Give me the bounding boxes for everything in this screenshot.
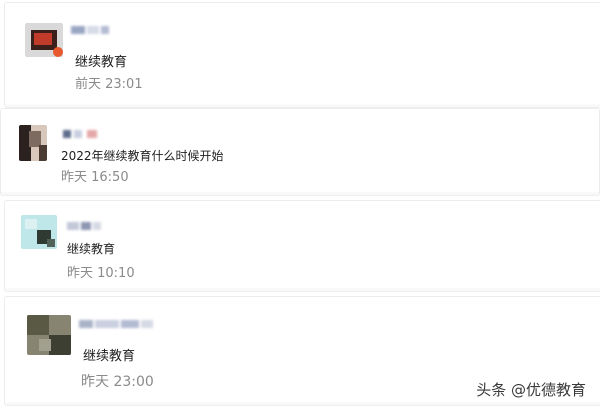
avatar-detail <box>39 339 51 351</box>
avatar-detail <box>39 145 47 161</box>
avatar-detail <box>49 335 71 355</box>
comment-card[interactable]: 2022年继续教育什么时候开始 昨天 16:50 <box>0 108 600 196</box>
avatar-detail <box>34 33 52 45</box>
avatar[interactable] <box>19 125 47 161</box>
avatar-detail <box>53 47 63 57</box>
comment-time: 昨天 23:00 <box>81 374 154 390</box>
avatar[interactable] <box>27 315 71 355</box>
comment-text: 2022年继续教育什么时候开始 <box>61 149 224 163</box>
comment-card[interactable]: 继续教育 昨天 10:10 <box>4 200 600 292</box>
username-blurred <box>67 222 103 230</box>
comment-time: 前天 23:01 <box>75 77 143 92</box>
comment-time: 昨天 16:50 <box>61 170 129 185</box>
user-avatar-icon <box>27 315 49 335</box>
username-blurred <box>63 130 99 138</box>
avatar-detail <box>25 219 37 229</box>
comment-time: 昨天 10:10 <box>67 266 135 281</box>
avatar[interactable] <box>21 215 57 249</box>
username-blurred <box>71 26 113 34</box>
avatar[interactable] <box>25 23 63 57</box>
avatar-detail <box>47 239 55 247</box>
username-blurred <box>79 320 155 328</box>
comment-text: 继续教育 <box>83 349 136 364</box>
comment-text: 继续教育 <box>67 242 116 256</box>
comment-text: 继续教育 <box>75 55 128 70</box>
comment-card[interactable]: 继续教育 前天 23:01 <box>4 2 600 108</box>
watermark-label: 头条 @优德教育 <box>476 381 586 399</box>
